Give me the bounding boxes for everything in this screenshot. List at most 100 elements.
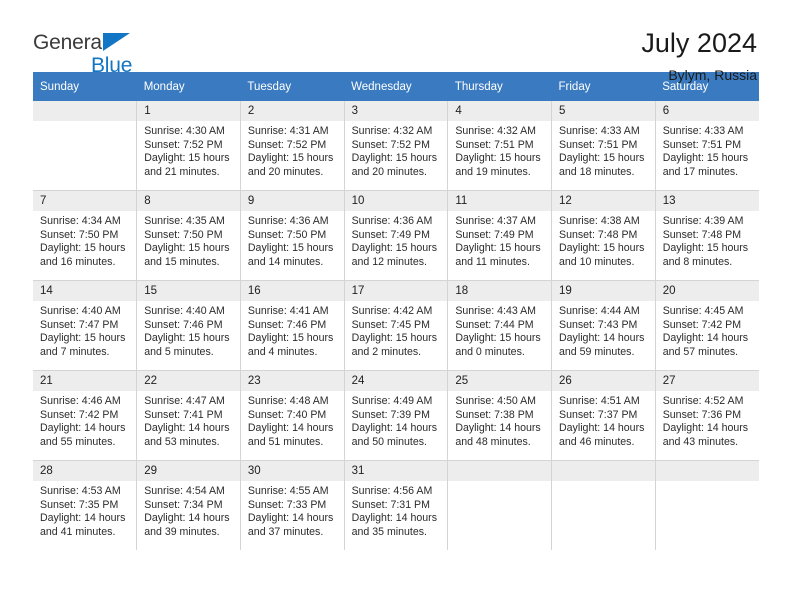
sunrise-time: Sunrise: 4:56 AM	[351, 485, 433, 497]
calendar-day-cell[interactable]: 6 Sunrise: 4:33 AM Sunset: 7:51 PM Daylight…	[654, 101, 759, 191]
sunset-time: Sunset: 7:40 PM	[247, 408, 327, 421]
day-details: Sunrise: 4:46 AM Sunset: 7:42 PM Daylight:…	[33, 391, 136, 449]
daylight-duration-line1: Daylight: 14 hours	[455, 422, 541, 435]
daylight-duration-line2: and 14 minutes.	[247, 255, 324, 268]
sunrise-time: Sunrise: 4:46 AM	[40, 395, 121, 407]
sunrise-time: Sunrise: 4:47 AM	[144, 395, 225, 407]
daylight-duration-line1: Daylight: 15 hours	[351, 332, 437, 345]
sunset-time: Sunset: 7:49 PM	[455, 228, 534, 241]
day-number: 9	[240, 191, 344, 211]
day-number: 4	[448, 101, 552, 121]
daylight-duration-line1: Daylight: 15 hours	[351, 152, 437, 165]
daylight-duration-line2: and 21 minutes.	[144, 165, 220, 178]
daylight-duration-line2: and 0 minutes.	[455, 345, 525, 358]
daylight-duration-line1: Daylight: 15 hours	[247, 152, 334, 165]
day-number: 12	[552, 191, 655, 211]
calendar-day-cell[interactable]: 22 Sunrise: 4:47 AM Sunset: 7:41 PM Dayligh…	[136, 370, 241, 461]
calendar-week-row: 28 Sunrise: 4:53 AM Sunset: 7:35 PM Dayligh…	[33, 460, 759, 550]
day-details: Sunrise: 4:36 AM Sunset: 7:50 PM Daylight:…	[241, 211, 344, 269]
day-details: Sunrise: 4:56 AM Sunset: 7:31 PM Daylight:…	[345, 481, 448, 539]
daylight-duration-line2: and 5 minutes.	[144, 345, 214, 358]
daylight-duration-line2: and 46 minutes.	[559, 435, 635, 448]
day-details: Sunrise: 4:44 AM Sunset: 7:43 PM Daylight:…	[552, 301, 655, 359]
calendar-day-cell[interactable]: 13 Sunrise: 4:39 AM Sunset: 7:48 PM Dayligh…	[654, 190, 759, 281]
sunrise-time: Sunrise: 4:43 AM	[455, 305, 536, 317]
daylight-duration-line2: and 18 minutes.	[559, 165, 635, 178]
sunrise-time: Sunrise: 4:45 AM	[662, 305, 744, 317]
daylight-duration-line1: Daylight: 14 hours	[559, 422, 645, 435]
calendar-day-cell[interactable]: 29 Sunrise: 4:54 AM Sunset: 7:34 PM Dayligh…	[136, 460, 241, 550]
daylight-duration-line1: Daylight: 15 hours	[40, 332, 126, 345]
calendar-day-cell[interactable]: 9 Sunrise: 4:36 AM Sunset: 7:50 PM Daylight…	[239, 190, 345, 281]
calendar-day-cell[interactable]: 14 Sunrise: 4:40 AM Sunset: 7:47 PM Dayligh…	[33, 280, 138, 371]
sunset-time: Sunset: 7:50 PM	[247, 228, 327, 241]
day-number: 2	[240, 101, 344, 121]
sunrise-time: Sunrise: 4:37 AM	[455, 215, 536, 227]
weekday-header-thursday: Thursday	[447, 72, 552, 101]
sunset-time: Sunset: 7:52 PM	[144, 138, 223, 151]
day-number: 15	[137, 281, 240, 301]
day-details: Sunrise: 4:40 AM Sunset: 7:47 PM Daylight:…	[33, 301, 136, 359]
sunset-time: Sunset: 7:52 PM	[351, 138, 430, 151]
calendar-day-cell[interactable]: 4 Sunrise: 4:32 AM Sunset: 7:51 PM Daylight…	[447, 101, 553, 191]
sunrise-time: Sunrise: 4:36 AM	[247, 215, 329, 227]
calendar-day-cell[interactable]: 3 Sunrise: 4:32 AM Sunset: 7:52 PM Daylight…	[343, 101, 449, 191]
day-details: Sunrise: 4:55 AM Sunset: 7:33 PM Daylight:…	[241, 481, 344, 539]
calendar-day-cell[interactable]: 8 Sunrise: 4:35 AM Sunset: 7:50 PM Daylight…	[136, 190, 241, 281]
sunset-time: Sunset: 7:49 PM	[351, 228, 430, 241]
calendar-day-cell[interactable]: 31 Sunrise: 4:56 AM Sunset: 7:31 PM Dayligh…	[343, 460, 449, 550]
calendar-day-cell[interactable]: 20 Sunrise: 4:45 AM Sunset: 7:42 PM Dayligh…	[654, 280, 759, 371]
calendar-day-cell[interactable]: 17 Sunrise: 4:42 AM Sunset: 7:45 PM Dayligh…	[343, 280, 449, 371]
day-number: 13	[655, 191, 759, 211]
sunrise-time: Sunrise: 4:35 AM	[144, 215, 225, 227]
calendar-day-cell-empty	[551, 460, 656, 550]
sunset-time: Sunset: 7:50 PM	[40, 228, 119, 241]
daylight-duration-line2: and 37 minutes.	[247, 525, 324, 538]
daylight-duration-line1: Daylight: 15 hours	[144, 332, 230, 345]
sunrise-time: Sunrise: 4:33 AM	[662, 125, 744, 137]
sunrise-time: Sunrise: 4:32 AM	[455, 125, 536, 137]
calendar-day-cell-empty	[33, 101, 138, 191]
calendar-day-cell[interactable]: 21 Sunrise: 4:46 AM Sunset: 7:42 PM Dayligh…	[33, 370, 138, 461]
calendar-day-cell[interactable]: 16 Sunrise: 4:41 AM Sunset: 7:46 PM Dayligh…	[239, 280, 345, 371]
weekday-header-tuesday: Tuesday	[240, 72, 345, 101]
calendar-day-cell[interactable]: 12 Sunrise: 4:38 AM Sunset: 7:48 PM Dayligh…	[551, 190, 656, 281]
sunrise-time: Sunrise: 4:39 AM	[662, 215, 744, 227]
day-details: Sunrise: 4:51 AM Sunset: 7:37 PM Daylight:…	[552, 391, 655, 449]
daylight-duration-line2: and 12 minutes.	[351, 255, 427, 268]
sunrise-time: Sunrise: 4:52 AM	[662, 395, 744, 407]
daylight-duration-line2: and 2 minutes.	[351, 345, 422, 358]
day-details: Sunrise: 4:38 AM Sunset: 7:48 PM Daylight:…	[552, 211, 655, 269]
calendar-day-cell[interactable]: 5 Sunrise: 4:33 AM Sunset: 7:51 PM Daylight…	[551, 101, 656, 191]
daylight-duration-line2: and 51 minutes.	[247, 435, 324, 448]
calendar-day-cell-empty	[447, 460, 553, 550]
calendar-day-cell[interactable]: 30 Sunrise: 4:55 AM Sunset: 7:33 PM Dayligh…	[239, 460, 345, 550]
day-number: 23	[240, 371, 344, 391]
daylight-duration-line2: and 7 minutes.	[40, 345, 110, 358]
day-number: 6	[655, 101, 759, 121]
calendar-day-cell[interactable]: 25 Sunrise: 4:50 AM Sunset: 7:38 PM Dayligh…	[447, 370, 553, 461]
daylight-duration-line2: and 48 minutes.	[455, 435, 531, 448]
day-details: Sunrise: 4:40 AM Sunset: 7:46 PM Daylight:…	[137, 301, 240, 359]
calendar-day-cell[interactable]: 23 Sunrise: 4:48 AM Sunset: 7:40 PM Dayligh…	[239, 370, 345, 461]
calendar-day-cell[interactable]: 19 Sunrise: 4:44 AM Sunset: 7:43 PM Dayligh…	[551, 280, 656, 371]
calendar-day-cell[interactable]: 2 Sunrise: 4:31 AM Sunset: 7:52 PM Daylight…	[239, 101, 345, 191]
calendar-day-cell[interactable]: 18 Sunrise: 4:43 AM Sunset: 7:44 PM Dayligh…	[447, 280, 553, 371]
calendar-day-cell[interactable]: 26 Sunrise: 4:51 AM Sunset: 7:37 PM Dayligh…	[551, 370, 656, 461]
daylight-duration-line2: and 20 minutes.	[351, 165, 427, 178]
day-number: 27	[655, 371, 759, 391]
calendar-day-cell[interactable]: 24 Sunrise: 4:49 AM Sunset: 7:39 PM Dayligh…	[343, 370, 449, 461]
calendar-day-cell[interactable]: 27 Sunrise: 4:52 AM Sunset: 7:36 PM Dayligh…	[654, 370, 759, 461]
day-details: Sunrise: 4:52 AM Sunset: 7:36 PM Daylight:…	[656, 391, 759, 449]
sunrise-time: Sunrise: 4:33 AM	[559, 125, 640, 137]
sunset-time: Sunset: 7:38 PM	[455, 408, 534, 421]
calendar-day-cell[interactable]: 15 Sunrise: 4:40 AM Sunset: 7:46 PM Dayligh…	[136, 280, 241, 371]
daylight-duration-line2: and 55 minutes.	[40, 435, 116, 448]
calendar-day-cell[interactable]: 1 Sunrise: 4:30 AM Sunset: 7:52 PM Daylight…	[136, 101, 241, 191]
calendar-day-cell[interactable]: 10 Sunrise: 4:36 AM Sunset: 7:49 PM Dayligh…	[343, 190, 449, 281]
calendar-day-cell[interactable]: 7 Sunrise: 4:34 AM Sunset: 7:50 PM Daylight…	[33, 190, 138, 281]
sunset-time: Sunset: 7:33 PM	[247, 498, 327, 511]
sunrise-time: Sunrise: 4:50 AM	[455, 395, 536, 407]
calendar-day-cell[interactable]: 28 Sunrise: 4:53 AM Sunset: 7:35 PM Dayligh…	[33, 460, 138, 550]
calendar-day-cell[interactable]: 11 Sunrise: 4:37 AM Sunset: 7:49 PM Dayligh…	[447, 190, 553, 281]
